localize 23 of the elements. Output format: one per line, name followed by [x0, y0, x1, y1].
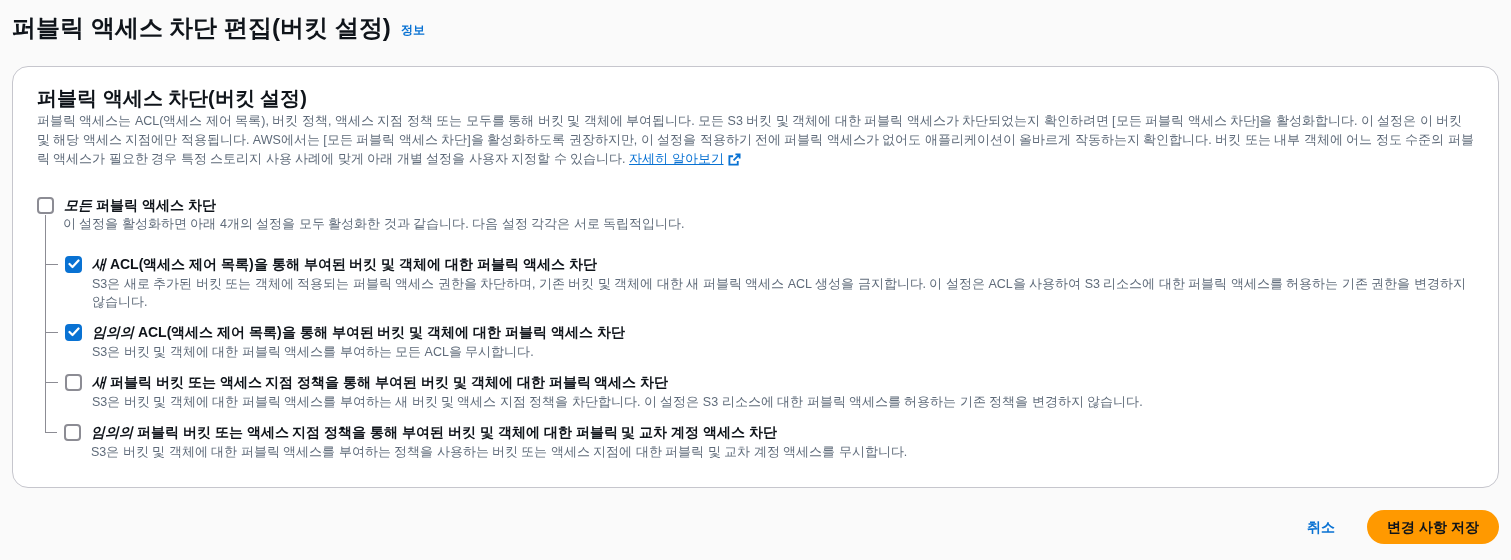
checkbox-label: 새 퍼블릭 버킷 또는 액세스 지점 정책을 통해 부여된 버킷 및 객체에 대한 퍼블릭 액세스 차단: [92, 373, 669, 392]
info-link[interactable]: 정보: [400, 21, 425, 39]
setting-description: S3은 버킷 및 객체에 대한 퍼블릭 액세스를 부여하는 모든 ACL을 무시합니다.: [91, 344, 535, 361]
checkbox-label: 임의의 퍼블릭 버킷 또는 액세스 지점 정책을 통해 부여된 버킷 및 객체에 대한 퍼블릭 및 교차 계정 액세스 차단: [91, 423, 777, 442]
panel-description: 퍼블릭 액세스는 ACL(액세스 제어 목록), 버킷 정책, 액세스 지점 정책 또는 모두를 통해 버킷 및 객체에 부여됩니다. 모든 S3 버킷 및 객체에 대한 퍼블릭 액세스가 차단되었는지 확인하려면 [모든 퍼블릭 액세스 차단]을 활성화합니다. 이 설정은 이 버킷 및 해당 액세스 지점에만 적용됩니다. AWS에서는 [모든 퍼블릭 액세스 차단]을 활성화하도록 권장하지만, 이 설정을 적용하기 전에 퍼블릭 액세스가 없어도 애플리케이션이 올바르게 작동하는지 확인합니다. 버킷 또는 내부 객체에 어느 정도 수준의 퍼블릭 액세스가 필요한 경우 특정 스토리지 사용 사례에 맞게 아래 개별 설정을 사용자 지정할 수 있습니다. 자세히 알아보기: [37, 112, 1474, 169]
checkbox-label: 임의의 ACL(액세스 제어 목록)을 통해 부여된 버킷 및 객체에 대한 퍼블릭 액세스 차단: [92, 323, 625, 342]
save-changes-button[interactable]: 변경 사항 저장: [1367, 510, 1499, 544]
setting-description: S3은 새로 추가된 버킷 또는 객체에 적용되는 퍼블릭 액세스 권한을 차단하며, 기존 버킷 및 객체에 대한 새 퍼블릭 액세스 ACL 생성을 금지합니다. 이 설정은 ACL을 사용하여 S3 리소스에 대한 퍼블릭 액세스를 허용하는 기존 권한을 변경하지 않습니다.: [91, 276, 1467, 311]
cancel-button[interactable]: 취소: [1299, 510, 1344, 544]
checkbox[interactable]: [65, 373, 82, 391]
page-title: 퍼블릭 액세스 차단 편집(버킷 설정): [12, 13, 391, 43]
checkbox[interactable]: [64, 423, 81, 441]
panel-title: 퍼블릭 액세스 차단(버킷 설정): [37, 86, 308, 111]
checkbox[interactable]: [37, 196, 54, 214]
checkbox-label: 새 ACL(액세스 제어 목록)을 통해 부여된 버킷 및 객체에 대한 퍼블릭 액세스 차단: [92, 255, 597, 274]
setting-description: 이 설정을 활성화하면 아래 4개의 설정을 모두 활성화한 것과 같습니다. 다음 설정 각각은 서로 독립적입니다.: [63, 216, 686, 233]
checkbox-label: 모든 퍼블릭 액세스 차단: [64, 196, 216, 215]
checkbox[interactable]: [65, 323, 82, 341]
setting-description: S3은 버킷 및 객체에 대한 퍼블릭 액세스를 부여하는 정책을 사용하는 버킷 또는 액세스 지점에 대한 퍼블릭 및 교차 계정 액세스를 무시합니다.: [90, 444, 909, 461]
checkbox[interactable]: [65, 255, 82, 273]
learn-more-link[interactable]: 자세히 알아보기: [629, 150, 741, 169]
setting-description: S3은 버킷 및 객체에 대한 퍼블릭 액세스를 부여하는 새 버킷 및 액세스 지점 정책을 차단합니다. 이 설정은 S3 리소스에 대한 퍼블릭 액세스를 허용하는 기존 정책을 변경하지 않습니다.: [91, 394, 1144, 411]
external-link-icon: [727, 153, 741, 166]
